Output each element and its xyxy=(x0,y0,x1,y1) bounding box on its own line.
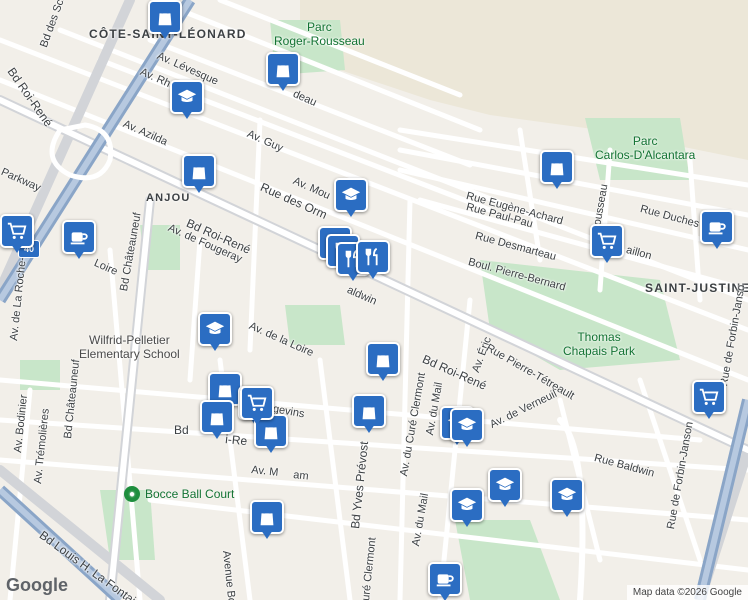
marker-pointer xyxy=(499,498,511,507)
school-icon xyxy=(334,178,368,212)
marker-pointer xyxy=(265,444,277,453)
marker-pointer xyxy=(461,518,473,527)
grocery-icon xyxy=(0,214,34,248)
street-label: am xyxy=(292,469,310,483)
map-canvas[interactable]: CÔTE-SAINT-LÉONARD ANJOU SAINT-JUSTINE P… xyxy=(0,0,748,600)
marker-pointer xyxy=(277,82,289,91)
school-icon xyxy=(550,478,584,512)
school-marker[interactable] xyxy=(488,468,522,510)
marker-pointer xyxy=(461,438,473,447)
shopping-marker[interactable] xyxy=(182,154,216,196)
school-label-wilfrid[interactable]: Wilfrid-Pelletier Elementary School xyxy=(79,333,180,361)
shopping-icon xyxy=(352,394,386,428)
restaurant-icon xyxy=(356,240,390,274)
school-marker[interactable] xyxy=(550,478,584,520)
place-bocce[interactable]: ● Bocce Ball Court xyxy=(124,486,234,502)
grocery-marker[interactable] xyxy=(692,380,726,422)
coffee-icon xyxy=(428,562,462,596)
marker-pointer xyxy=(367,270,379,279)
shopping-icon xyxy=(200,400,234,434)
shopping-icon xyxy=(182,154,216,188)
coffee-icon xyxy=(62,220,96,254)
school-icon xyxy=(170,80,204,114)
grocery-icon xyxy=(240,386,274,420)
marker-pointer xyxy=(193,184,205,193)
marker-pointer xyxy=(251,416,263,425)
shopping-icon xyxy=(540,150,574,184)
restaurant-marker[interactable] xyxy=(356,240,390,282)
coffee-marker[interactable] xyxy=(428,562,462,600)
map-attribution[interactable]: Map data ©2026 Google xyxy=(626,585,748,600)
park-label-carlos[interactable]: Parc Carlos-D'Alcantara xyxy=(595,134,695,162)
marker-pointer xyxy=(601,254,613,263)
school-marker[interactable] xyxy=(198,312,232,354)
school-icon xyxy=(488,468,522,502)
grocery-marker[interactable] xyxy=(0,214,34,256)
bocce-place-icon: ● xyxy=(124,486,140,502)
marker-pointer xyxy=(73,250,85,259)
google-logo: Google xyxy=(6,575,68,595)
shopping-marker[interactable] xyxy=(352,394,386,436)
marker-pointer xyxy=(345,208,357,217)
marker-pointer xyxy=(11,244,23,253)
grocery-icon xyxy=(590,224,624,258)
marker-pointer xyxy=(439,592,451,600)
shopping-marker[interactable] xyxy=(266,52,300,94)
school-icon xyxy=(450,408,484,442)
school-marker[interactable] xyxy=(334,178,368,220)
shopping-icon xyxy=(250,500,284,534)
area-label-saintjustine: SAINT-JUSTINE xyxy=(645,281,748,295)
school-icon xyxy=(198,312,232,346)
shopping-marker[interactable] xyxy=(540,150,574,192)
park-label-rogerrousseau[interactable]: Parc Roger-Rousseau xyxy=(274,20,365,48)
coffee-marker[interactable] xyxy=(62,220,96,262)
coffee-marker[interactable] xyxy=(700,210,734,252)
marker-pointer xyxy=(211,430,223,439)
marker-pointer xyxy=(703,410,715,419)
marker-pointer xyxy=(363,424,375,433)
school-marker[interactable] xyxy=(450,488,484,530)
marker-pointer xyxy=(377,372,389,381)
marker-pointer xyxy=(209,342,221,351)
school-icon xyxy=(450,488,484,522)
coffee-icon xyxy=(700,210,734,244)
marker-pointer xyxy=(561,508,573,517)
school-marker[interactable] xyxy=(450,408,484,450)
shopping-icon xyxy=(148,0,182,34)
marker-pointer xyxy=(261,530,273,539)
grocery-icon xyxy=(692,380,726,414)
shopping-marker[interactable] xyxy=(250,500,284,542)
street-label: Bd xyxy=(174,423,189,437)
marker-pointer xyxy=(181,110,193,119)
shopping-marker[interactable] xyxy=(200,400,234,442)
school-marker[interactable] xyxy=(170,80,204,122)
marker-pointer xyxy=(159,30,171,39)
marker-pointer xyxy=(551,180,563,189)
grocery-marker[interactable] xyxy=(240,386,274,428)
grocery-marker[interactable] xyxy=(590,224,624,266)
shopping-marker[interactable] xyxy=(366,342,400,384)
park-label-thomas[interactable]: Thomas Chapais Park xyxy=(563,330,635,358)
shopping-icon xyxy=(366,342,400,376)
marker-pointer xyxy=(711,240,723,249)
shopping-icon xyxy=(266,52,300,86)
shopping-marker[interactable] xyxy=(148,0,182,42)
